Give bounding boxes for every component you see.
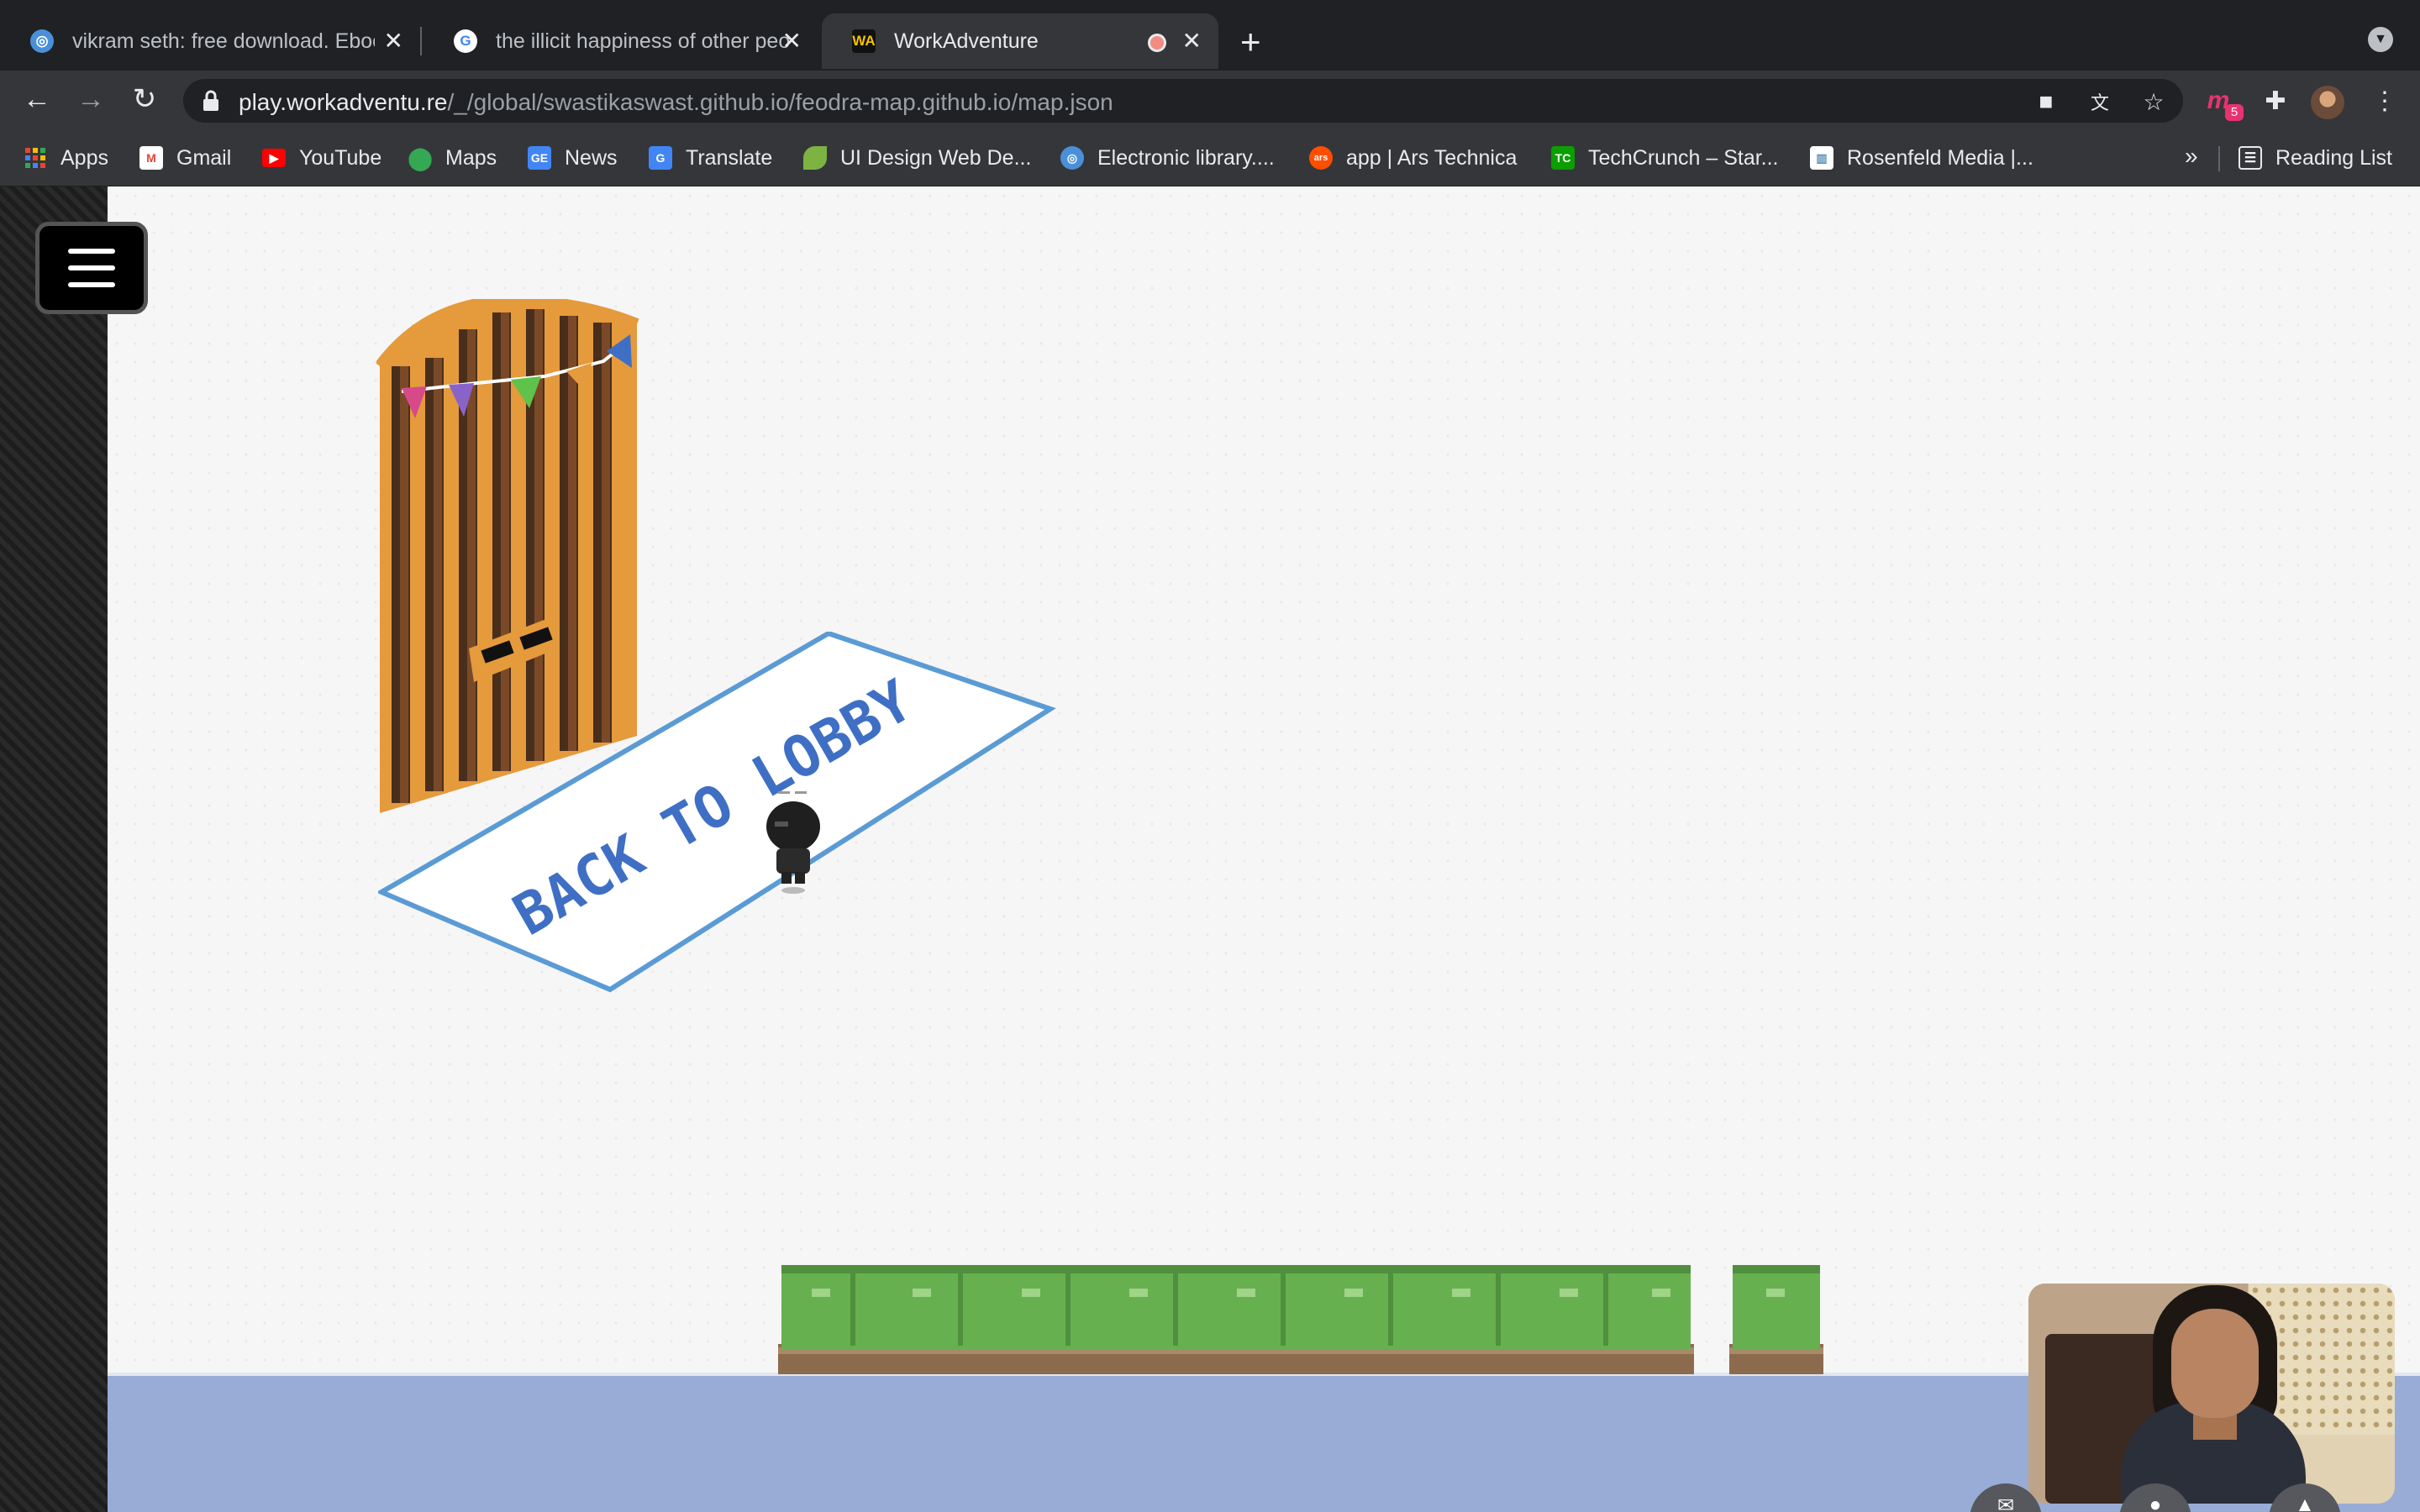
hamburger-line [68,282,115,287]
techcrunch-icon: TC [1551,146,1575,170]
bookmark-youtube[interactable]: ▶ YouTube [262,143,381,173]
webcam-person-face [2171,1309,2259,1418]
apps-grid-icon [24,146,47,170]
bookmark-techcrunch[interactable]: TC TechCrunch – Star... [1551,143,1779,173]
ars-technica-icon: ars [1309,146,1333,170]
bookmark-label: app | Ars Technica [1346,145,1518,170]
leaf-icon [803,146,827,170]
camera-icon[interactable]: ■ [2032,87,2060,116]
forward-icon[interactable]: → [71,79,111,119]
bookmark-label: YouTube [299,145,382,170]
tab-title: the illicit happiness of other people [496,29,790,53]
bookmark-ui-design[interactable]: UI Design Web De... [803,143,1031,173]
reload-icon[interactable]: ↻ [124,79,165,119]
google-news-icon: GE [528,146,551,170]
bookmark-gmail[interactable]: M Gmail [139,143,231,173]
game-menu-button[interactable] [35,222,148,314]
archive-icon: ◎ [1060,146,1084,170]
tab-search-icon[interactable]: ▼ [2368,27,2393,52]
google-translate-icon: G [649,146,672,170]
tab-vikram-seth[interactable]: ◎ vikram seth: free download. Ebooks ✕ [0,13,420,69]
workadventure-icon: WA [852,29,876,53]
map-edge-wall [0,186,108,1512]
bookmark-label: TechCrunch – Star... [1588,145,1779,170]
webcam-preview [2028,1284,2395,1504]
bookmark-label: News [565,145,618,170]
translate-icon[interactable]: 文 [2086,87,2114,116]
close-tab-icon[interactable]: ✕ [384,29,403,54]
hamburger-line [68,265,115,270]
extensions-puzzle-icon[interactable]: ✚ [2259,84,2292,118]
close-tab-icon[interactable]: ✕ [1182,29,1202,54]
gmail-icon: M [139,146,163,170]
reading-list-icon: ☰ [2238,146,2262,170]
bookmark-label: Maps [445,145,497,170]
bookmark-news[interactable]: GE News [528,143,618,173]
bookmark-electronic-library[interactable]: ◎ Electronic library.... [1060,143,1275,173]
bookmark-label: UI Design Web De... [840,145,1032,170]
hedge-row [778,1265,1694,1374]
bookmark-label: Electronic library.... [1097,145,1275,170]
bookmark-maps[interactable]: ⬤ Maps [408,143,497,173]
rosenfeld-media-icon: ▥ [1810,146,1833,170]
reading-list-label: Reading List [2275,145,2392,170]
bookmarks-divider [2218,146,2220,171]
profile-avatar[interactable] [2311,86,2344,119]
bookmarks-overflow-icon[interactable]: » [2185,143,2198,170]
tab-workadventure[interactable]: WA WorkAdventure ✕ [822,13,1218,69]
bookmarks-bar: Apps M Gmail ▶ YouTube ⬤ Maps GE News G … [0,128,2420,186]
close-tab-icon[interactable]: ✕ [782,29,802,54]
google-icon: G [454,29,477,53]
recording-icon [1148,34,1166,52]
back-icon[interactable]: ← [17,79,57,119]
address-bar[interactable]: play.workadventu.re/_/global/swastikaswa… [183,79,2183,123]
tab-strip: ◎ vikram seth: free download. Ebooks ✕ G… [0,0,2420,71]
new-tab-button[interactable]: + [1240,20,1261,64]
bookmark-label: Rosenfeld Media |... [1847,145,2033,170]
player-avatar-sprite[interactable] [760,788,827,897]
archive-icon: ◎ [30,29,54,53]
youtube-icon: ▶ [262,149,286,167]
maps-pin-icon: ⬤ [408,144,433,171]
extension-badge: 5 [2225,104,2244,121]
reading-list-button[interactable]: ☰ Reading List [2238,143,2392,173]
bookmark-label: Gmail [176,145,232,170]
tab-title: vikram seth: free download. Ebooks [72,29,375,53]
game-canvas[interactable]: BACK TO LOBBY ✉ ● ▲ [0,186,2420,1512]
url-path: /_/global/swastikaswast.github.io/feodra… [447,89,1113,115]
back-to-lobby-mat[interactable]: BACK TO LOBBY [378,632,1067,993]
bookmark-label: Translate [686,145,773,170]
bookmark-apps[interactable]: Apps [24,143,108,173]
url-host: play.workadventu.re [239,89,448,115]
browser-toolbar: ← → ↻ play.workadventu.re/_/global/swast… [0,71,2420,128]
tab-title: WorkAdventure [894,29,1039,53]
tab-illicit-happiness[interactable]: G the illicit happiness of other people … [424,13,818,69]
hamburger-line [68,249,115,254]
bookmark-translate[interactable]: G Translate [649,143,772,173]
more-menu-icon[interactable]: ⋮ [2368,84,2402,118]
lock-icon [203,90,218,111]
bookmark-label: Apps [60,145,108,170]
bookmark-star-icon[interactable]: ☆ [2139,87,2168,116]
url-text: play.workadventu.re/_/global/swastikaswa… [239,89,1113,116]
bookmark-ars-technica[interactable]: ars app | Ars Technica [1309,143,1517,173]
tab-separator [420,27,422,55]
hedge-block [1729,1265,1823,1374]
bookmark-rosenfeld[interactable]: ▥ Rosenfeld Media |... [1810,143,2033,173]
